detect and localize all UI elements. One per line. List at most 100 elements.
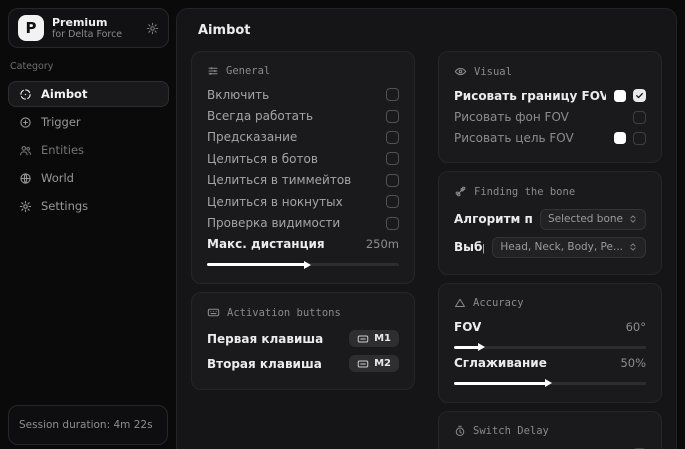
slider-label: FOV — [454, 320, 481, 334]
toggle-label: Целиться в тиммейтов — [207, 173, 351, 187]
toggle-row-aim-knocked: Целиться в нокнутых — [207, 191, 399, 212]
checkbox[interactable] — [386, 131, 399, 144]
activation-card-header: Activation buttons — [207, 306, 399, 319]
sidebar-item-settings[interactable]: Settings — [8, 193, 169, 219]
accuracy-card-header: Accuracy — [454, 297, 646, 309]
checkbox[interactable] — [386, 88, 399, 101]
toggle-row-enable: Включить — [207, 84, 399, 105]
keybind-value: M1 — [374, 333, 391, 344]
bone-algorithm-select[interactable]: Selected bone — [540, 209, 646, 230]
right-column: Visual Рисовать границу FOV Рисовать фон… — [438, 51, 662, 449]
dropdown-label: Выбранные кости — [454, 240, 484, 254]
sidebar-item-label: Settings — [41, 199, 88, 213]
bone-card-header: Finding the bone — [454, 185, 646, 198]
settings-gear-icon[interactable] — [146, 22, 159, 35]
gear-icon — [19, 200, 32, 213]
slider-label-row: Сглаживание 50% — [454, 353, 646, 374]
keybind-row-second: Вторая клавиша M2 — [207, 351, 399, 376]
selected-bones-select[interactable]: Head, Neck, Body, Pe... — [492, 237, 646, 258]
checkbox[interactable] — [386, 110, 399, 123]
entities-icon — [19, 144, 32, 157]
max-distance-group: Макс. дистанция 250m — [207, 234, 399, 266]
slider-thumb[interactable] — [478, 343, 485, 351]
sidebar-item-label: Trigger — [41, 115, 81, 129]
visual-row-fov-background: Рисовать фон FOV — [454, 106, 646, 127]
section-title: General — [226, 65, 270, 77]
selected-bones-row: Выбранные кости Head, Neck, Body, Pe... — [454, 233, 646, 261]
slider-value: 60° — [626, 320, 646, 334]
checkbox[interactable] — [386, 152, 399, 165]
fov-slider[interactable] — [454, 346, 646, 349]
dropdown-label: Алгоритм поиска кости — [454, 212, 532, 226]
slider-fill — [454, 346, 479, 349]
visual-label: Рисовать фон FOV — [454, 110, 569, 124]
smoothing-slider[interactable] — [454, 382, 646, 385]
visual-label: Рисовать границу FOV — [454, 89, 606, 103]
section-title: Visual — [474, 66, 512, 78]
keyboard-icon — [357, 333, 369, 345]
slider-label: Макс. дистанция — [207, 237, 325, 251]
slider-label-row: Макс. дистанция 250m — [207, 234, 399, 255]
slider-value: 250m — [366, 237, 399, 251]
checkbox[interactable] — [386, 217, 399, 230]
slider-fill — [207, 263, 305, 266]
toggle-label: Предсказание — [207, 130, 297, 144]
sidebar-item-entities[interactable]: Entities — [8, 137, 169, 163]
sidebar-item-label: Entities — [41, 143, 84, 157]
keybind-label: Первая клавиша — [207, 332, 323, 346]
toggle-row-aim-teammates: Целиться в тиммейтов — [207, 170, 399, 191]
checkbox[interactable] — [633, 111, 646, 124]
slider-thumb[interactable] — [545, 379, 552, 387]
app-titles: Premium for Delta Force — [52, 16, 138, 41]
general-card: General Включить Всегда работать Предска… — [191, 51, 415, 284]
checkbox[interactable] — [386, 195, 399, 208]
sidebar-item-trigger[interactable]: Trigger — [8, 109, 169, 135]
checkbox[interactable] — [633, 89, 646, 102]
eye-icon — [454, 65, 467, 78]
slider-label-row: FOV 60° — [454, 316, 646, 337]
keyboard-icon — [207, 306, 220, 319]
globe-icon — [19, 172, 32, 185]
checkbox[interactable] — [633, 132, 646, 145]
keybind-label: Вторая клавиша — [207, 357, 322, 371]
sliders-icon — [207, 65, 219, 77]
trigger-icon — [19, 116, 32, 129]
switch-delay-toggle-row: Задержка переключения — [454, 444, 646, 449]
visual-row-fov-target: Рисовать цель FOV — [454, 128, 646, 149]
left-column: General Включить Всегда работать Предска… — [191, 51, 415, 449]
fov-slider-group: FOV 60° — [454, 316, 646, 348]
color-swatch[interactable] — [614, 90, 626, 102]
app-header: P Premium for Delta Force — [8, 8, 169, 48]
bone-card: Finding the bone Алгоритм поиска кости S… — [438, 171, 662, 275]
toggle-label: Целиться в нокнутых — [207, 195, 343, 209]
toggle-row-aim-bots: Целиться в ботов — [207, 148, 399, 169]
sidebar-item-label: World — [41, 171, 74, 185]
keybind-button-m2[interactable]: M2 — [349, 355, 399, 372]
sidebar-item-aimbot[interactable]: Aimbot — [8, 81, 169, 107]
toggle-label: Включить — [207, 88, 269, 102]
visual-label: Рисовать цель FOV — [454, 131, 574, 145]
section-title: Switch Delay — [473, 425, 549, 437]
slider-thumb[interactable] — [304, 261, 311, 269]
slider-value: 50% — [620, 356, 646, 370]
crosshair-icon — [19, 88, 32, 101]
category-label: Category — [10, 61, 167, 72]
smoothing-slider-group: Сглаживание 50% — [454, 353, 646, 385]
section-title: Accuracy — [473, 297, 524, 309]
checkbox[interactable] — [386, 174, 399, 187]
toggle-label: Целиться в ботов — [207, 152, 318, 166]
page-title: Aimbot — [198, 23, 662, 38]
switch-delay-card-header: Switch Delay — [454, 425, 646, 437]
visual-card: Visual Рисовать границу FOV Рисовать фон… — [438, 51, 662, 163]
sidebar-item-world[interactable]: World — [8, 165, 169, 191]
max-distance-slider[interactable] — [207, 263, 399, 266]
keybind-button-m1[interactable]: M1 — [349, 330, 399, 347]
color-swatch[interactable] — [614, 132, 626, 144]
bone-icon — [454, 185, 467, 198]
sidebar: P Premium for Delta Force Category Aimbo… — [8, 8, 169, 449]
app-subtitle: for Delta Force — [52, 29, 138, 41]
switch-delay-card: Switch Delay Задержка переключения Задер… — [438, 411, 662, 449]
sidebar-item-label: Aimbot — [41, 87, 87, 101]
visual-card-header: Visual — [454, 65, 646, 78]
keyboard-icon — [357, 358, 369, 370]
